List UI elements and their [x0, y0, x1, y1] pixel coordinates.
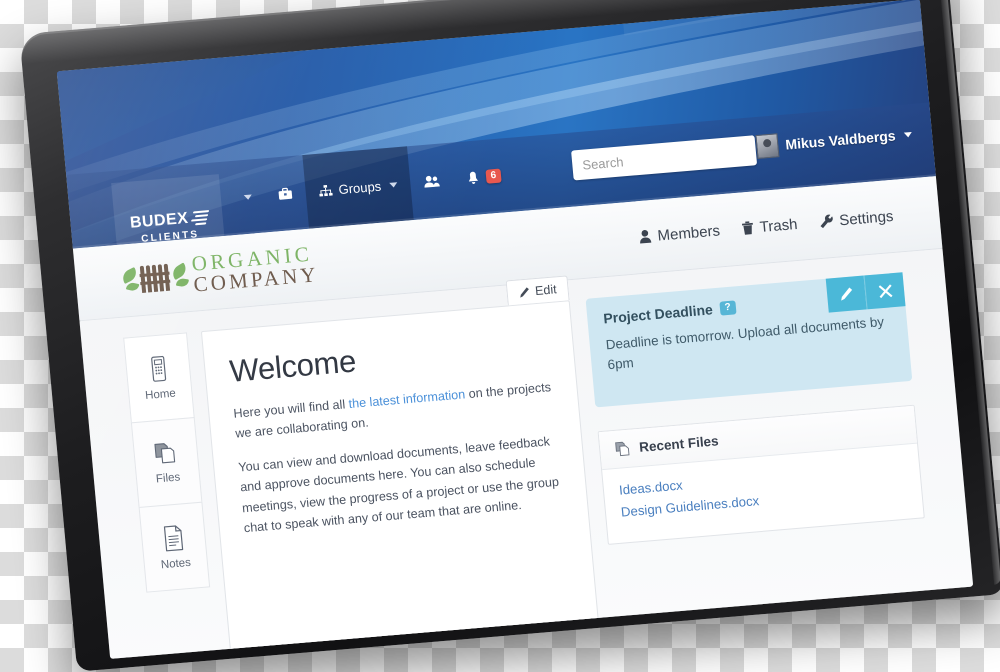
sidebar-item-home[interactable]: Home	[123, 332, 195, 423]
notice-close-button[interactable]	[863, 272, 906, 310]
search-placeholder: Search	[581, 153, 625, 173]
laptop-mockup: BUDEX CLIENTS Groups 6 Search Mikus Vald…	[19, 0, 1000, 672]
recent-files-panel: Recent Files Ideas.docx Design Guideline…	[597, 404, 925, 545]
notice-title: Project Deadline	[602, 301, 714, 327]
nav-item-briefcase[interactable]	[261, 155, 309, 232]
latest-information-link[interactable]: the latest information	[348, 387, 466, 411]
pencil-icon	[841, 287, 853, 301]
group-action-members-label: Members	[656, 221, 721, 245]
sidebar-item-home-label: Home	[144, 387, 177, 402]
person-icon	[640, 229, 652, 244]
files-icon	[154, 442, 176, 463]
trash-icon	[741, 221, 753, 235]
group-action-settings[interactable]: Settings	[819, 207, 894, 230]
nav-item-people[interactable]	[407, 143, 457, 220]
nav-item-notifications[interactable]: 6	[449, 138, 517, 217]
leaves-right-icon	[169, 261, 190, 287]
nav-item-groups[interactable]: Groups	[302, 146, 414, 229]
group-logo: ORGANIC COMPANY	[119, 241, 320, 302]
notice-buttons	[825, 272, 906, 313]
edit-button[interactable]: Edit	[506, 275, 570, 306]
welcome-p1-before: Here you will find all	[232, 397, 350, 421]
group-action-trash[interactable]: Trash	[741, 215, 798, 237]
fence-icon	[139, 263, 171, 293]
project-deadline-notice: Project Deadline ? Deadline is tomorrow.…	[585, 272, 913, 408]
wrench-icon	[820, 214, 833, 229]
pencil-icon	[520, 286, 530, 298]
welcome-paragraph-2: You can view and download documents, lea…	[237, 434, 560, 536]
avatar	[755, 133, 780, 160]
group-action-trash-label: Trash	[758, 215, 799, 236]
group-actions: Members Trash Settings	[639, 207, 894, 245]
sidebar: Home Files Notes	[123, 332, 217, 659]
right-column: Project Deadline ? Deadline is tomorrow.…	[585, 272, 933, 627]
close-icon	[878, 283, 892, 298]
notes-icon	[163, 524, 184, 551]
briefcase-icon	[278, 187, 293, 200]
user-menu[interactable]: Mikus Valdbergs	[755, 122, 913, 160]
welcome-card: Edit Welcome Here you will find all the …	[200, 275, 600, 659]
main-content: Home Files Notes Edit Welcome Here you w…	[79, 248, 974, 659]
notification-badge: 6	[485, 168, 502, 184]
leaves-left-icon	[119, 266, 140, 292]
copy-files-icon	[615, 441, 630, 457]
search-input[interactable]: Search	[571, 135, 758, 181]
people-icon	[424, 175, 440, 188]
edit-button-label: Edit	[534, 282, 558, 299]
sidebar-item-files[interactable]: Files	[130, 417, 203, 508]
bell-icon	[468, 171, 478, 184]
chevron-down-icon	[388, 181, 398, 188]
sidebar-item-notes-label: Notes	[160, 556, 192, 571]
sidebar-item-files-label: Files	[155, 470, 181, 485]
screen: BUDEX CLIENTS Groups 6 Search Mikus Vald…	[56, 0, 974, 659]
chevron-down-icon	[243, 193, 253, 200]
notice-edit-button[interactable]	[825, 275, 867, 313]
home-icon	[150, 355, 166, 382]
brand-name: BUDEX	[129, 209, 190, 232]
chevron-down-icon	[904, 131, 913, 138]
help-badge[interactable]: ?	[719, 300, 737, 316]
wing-icon	[190, 209, 209, 226]
recent-files-title: Recent Files	[638, 433, 720, 455]
nav-item-groups-label: Groups	[337, 178, 382, 197]
group-action-members[interactable]: Members	[639, 222, 721, 246]
sitemap-icon	[319, 184, 333, 197]
user-name: Mikus Valdbergs	[784, 127, 897, 153]
group-action-settings-label: Settings	[838, 207, 895, 229]
sidebar-item-notes[interactable]: Notes	[138, 501, 211, 593]
